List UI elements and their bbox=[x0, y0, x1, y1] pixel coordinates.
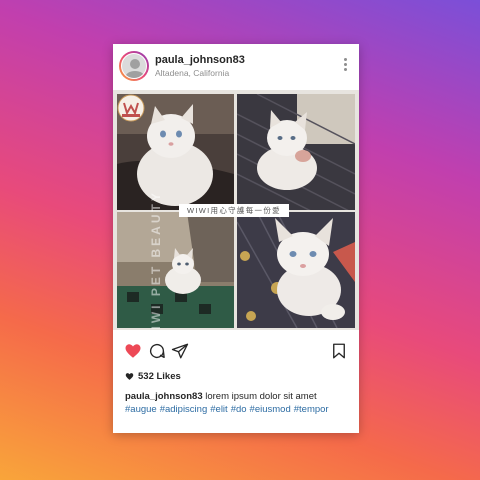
caption-username[interactable]: paula_johnson83 bbox=[125, 391, 203, 402]
likes-label: 532 Likes bbox=[138, 371, 181, 382]
hashtag[interactable]: #adipiscing bbox=[160, 404, 208, 415]
comment-icon[interactable] bbox=[148, 342, 166, 360]
post-username[interactable]: paula_johnson83 bbox=[155, 54, 245, 66]
hashtag-list: #augue #adipiscing #elit #do #eiusmod #tempor bbox=[125, 404, 332, 415]
instagram-post-card: paula_johnson83 Altadena, California WIW… bbox=[113, 44, 359, 433]
brand-logo-icon bbox=[117, 94, 145, 122]
send-icon[interactable] bbox=[171, 342, 189, 360]
user-silhouette-icon bbox=[122, 54, 146, 78]
bookmark-icon[interactable] bbox=[330, 342, 348, 360]
hashtag[interactable]: #eiusmod bbox=[250, 404, 291, 415]
likes-count[interactable]: 532 Likes bbox=[125, 371, 181, 382]
post-image[interactable]: WIWI用心守護每一份愛 WIWI PET BEAUTY bbox=[113, 90, 359, 330]
photo-kitten-top-left bbox=[117, 94, 234, 210]
hashtag[interactable]: #do bbox=[231, 404, 247, 415]
photo-kitten-top-right bbox=[237, 94, 355, 210]
post-actions bbox=[113, 340, 359, 364]
photo-kitten-bottom-left bbox=[117, 212, 234, 328]
post-header: paula_johnson83 Altadena, California bbox=[113, 44, 359, 90]
post-location[interactable]: Altadena, California bbox=[155, 68, 229, 78]
avatar-placeholder bbox=[121, 53, 147, 79]
more-options-icon[interactable] bbox=[342, 58, 348, 76]
post-caption: paula_johnson83 lorem ipsum dolor sit am… bbox=[125, 390, 353, 416]
profile-avatar[interactable] bbox=[119, 51, 149, 81]
hashtag[interactable]: #augue bbox=[125, 404, 157, 415]
hashtag[interactable]: #elit bbox=[210, 404, 227, 415]
hashtag[interactable]: #tempor bbox=[294, 404, 329, 415]
brand-banner: WIWI用心守護每一份愛 bbox=[179, 204, 289, 217]
heart-icon[interactable] bbox=[124, 342, 142, 360]
brand-watermark: WIWI PET BEAUTY bbox=[148, 190, 163, 330]
small-heart-icon bbox=[125, 373, 134, 380]
photo-kitten-bottom-right bbox=[237, 212, 355, 328]
caption-text: lorem ipsum dolor sit amet bbox=[205, 391, 317, 402]
